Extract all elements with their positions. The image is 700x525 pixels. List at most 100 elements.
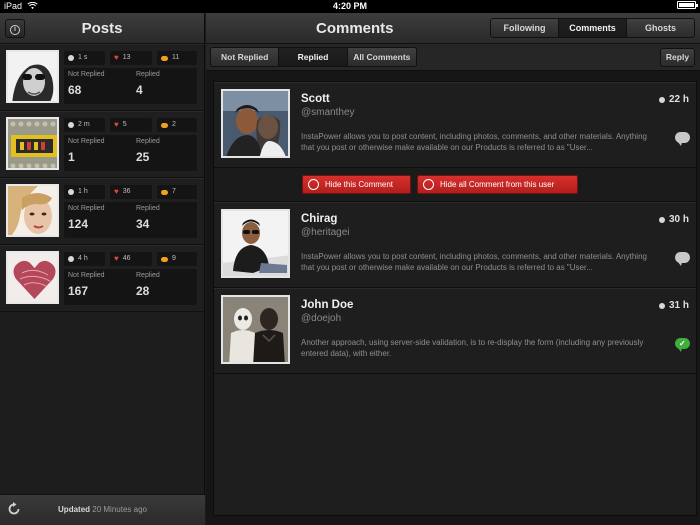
comment-time: 22 h xyxy=(658,94,689,105)
speech-bubble-icon[interactable] xyxy=(675,132,690,146)
post-comments: 7 xyxy=(157,185,197,199)
tab-comments[interactable]: Comments xyxy=(559,19,627,37)
comments-panel: Comments Following Comments Ghosts Not R… xyxy=(206,13,700,525)
comment-item[interactable]: Scott @smanthey 22 h InstaPower allows y… xyxy=(214,82,696,168)
filter-tabs: Not Replied Replied All Comments xyxy=(210,47,417,67)
updated-time: 20 Minutes ago xyxy=(92,505,147,514)
comment-bubble-icon xyxy=(161,189,168,195)
updated-label: Updated xyxy=(58,505,91,514)
post-age: 4 h xyxy=(64,252,105,266)
replied-label: Replied xyxy=(136,272,160,279)
not-replied-count: 167 xyxy=(68,284,89,298)
comment-time: 31 h xyxy=(658,300,689,311)
clock-icon xyxy=(658,96,665,103)
post-age: 2 m xyxy=(64,118,105,132)
post-likes: ♥ 46 xyxy=(110,252,152,266)
commenter-name: Scott xyxy=(301,93,330,105)
not-replied-count: 1 xyxy=(68,150,75,164)
post-likes: ♥ 13 xyxy=(110,51,152,65)
post-item[interactable]: 2 m ♥ 5 2 Not Replied Replied 1 25 xyxy=(0,111,204,178)
hide-user-icon xyxy=(423,179,434,190)
post-likes: ♥ 36 xyxy=(110,185,152,199)
post-likes: ♥ 5 xyxy=(110,118,152,132)
post-reply-stats: Not Replied Replied 167 28 xyxy=(64,269,197,305)
post-reply-stats: Not Replied Replied 1 25 xyxy=(64,135,197,171)
comment-list: Scott @smanthey 22 h InstaPower allows y… xyxy=(213,81,697,516)
filter-not-replied[interactable]: Not Replied xyxy=(211,48,280,66)
commenter-handle: @doejoh xyxy=(301,313,342,324)
not-replied-label: Not Replied xyxy=(68,138,105,145)
commenter-handle: @smanthey xyxy=(301,107,355,118)
hide-comment-button[interactable]: Hide this Comment xyxy=(302,175,411,194)
clock-icon xyxy=(658,216,665,223)
tab-following[interactable]: Following xyxy=(491,19,559,37)
post-thumbnail xyxy=(6,251,59,304)
hide-comment-icon xyxy=(308,179,319,190)
heart-icon: ♥ xyxy=(114,254,119,263)
replied-count: 34 xyxy=(136,217,150,231)
post-item[interactable]: 1 s ♥ 13 11 Not Replied Replied 68 4 xyxy=(0,44,204,111)
battery-icon xyxy=(677,1,698,9)
comment-bubble-icon xyxy=(161,256,168,262)
filter-bar: Not Replied Replied All Comments Reply xyxy=(206,44,700,71)
clock-icon xyxy=(68,189,74,195)
app-root: iPad 4:20 PM i Posts 1 s ♥ 13 11 Not Rep… xyxy=(0,0,700,525)
clock-time: 4:20 PM xyxy=(332,1,367,11)
replied-count: 25 xyxy=(136,150,150,164)
posts-title: Posts xyxy=(81,20,123,37)
hide-all-comments-button[interactable]: Hide all Comment from this user xyxy=(417,175,578,194)
avatar xyxy=(221,89,290,158)
heart-icon: ♥ xyxy=(114,53,119,62)
avatar xyxy=(221,295,290,364)
commenter-name: John Doe xyxy=(301,299,354,311)
not-replied-count: 68 xyxy=(68,83,82,97)
tab-ghosts[interactable]: Ghosts xyxy=(627,19,694,37)
comment-bubble-icon xyxy=(161,55,168,61)
heart-icon: ♥ xyxy=(114,120,119,129)
post-age: 1 h xyxy=(64,185,105,199)
clock-icon xyxy=(658,302,665,309)
comments-title: Comments xyxy=(316,20,394,37)
speech-bubble-icon[interactable] xyxy=(675,252,690,266)
post-reply-stats: Not Replied Replied 124 34 xyxy=(64,202,197,238)
posts-footer: Updated 20 Minutes ago xyxy=(0,494,205,525)
post-thumbnail xyxy=(6,117,59,170)
not-replied-label: Not Replied xyxy=(68,272,105,279)
comment-bubble-icon xyxy=(161,122,168,128)
comment-text: InstaPower allows you to post content, i… xyxy=(301,132,647,152)
top-tabs: Following Comments Ghosts xyxy=(490,18,695,38)
comment-item[interactable]: John Doe @doejoh 31 h Another approach, … xyxy=(214,288,696,374)
status-bar: iPad 4:20 PM xyxy=(0,0,700,13)
avatar xyxy=(221,209,290,278)
post-thumbnail xyxy=(6,184,59,237)
post-age: 1 s xyxy=(64,51,105,65)
posts-header: i Posts xyxy=(0,13,204,44)
post-comments: 2 xyxy=(157,118,197,132)
not-replied-label: Not Replied xyxy=(68,205,105,212)
not-replied-label: Not Replied xyxy=(68,71,105,78)
commenter-handle: @heritagei xyxy=(301,227,350,238)
post-reply-stats: Not Replied Replied 68 4 xyxy=(64,68,197,104)
comment-text: Another approach, using server-side vali… xyxy=(301,338,644,358)
comment-text: InstaPower allows you to post content, i… xyxy=(301,252,647,272)
comments-header: Comments Following Comments Ghosts xyxy=(206,13,700,44)
post-comments: 9 xyxy=(157,252,197,266)
post-thumbnail xyxy=(6,50,59,103)
reply-button[interactable]: Reply xyxy=(660,48,695,67)
replied-label: Replied xyxy=(136,138,160,145)
filter-all-comments[interactable]: All Comments xyxy=(347,48,416,66)
replied-label: Replied xyxy=(136,71,160,78)
post-item[interactable]: 1 h ♥ 36 7 Not Replied Replied 124 34 xyxy=(0,178,204,245)
posts-panel: i Posts 1 s ♥13 11 Not Replied Replied xyxy=(0,13,205,525)
not-replied-count: 124 xyxy=(68,217,89,231)
filter-replied[interactable]: Replied xyxy=(279,48,348,66)
heart-icon: ♥ xyxy=(114,187,119,196)
comment-item[interactable]: Chirag @heritagei 30 h InstaPower allows… xyxy=(214,202,696,288)
replied-check-icon[interactable]: ✓ xyxy=(675,338,690,352)
post-item[interactable]: 4 h ♥ 46 9 Not Replied Replied 167 28 xyxy=(0,245,204,312)
replied-label: Replied xyxy=(136,205,160,212)
clock-icon xyxy=(68,55,74,61)
clock-icon xyxy=(68,256,74,262)
replied-count: 4 xyxy=(136,83,143,97)
comment-actions: Hide this Comment Hide all Comment from … xyxy=(214,168,696,202)
